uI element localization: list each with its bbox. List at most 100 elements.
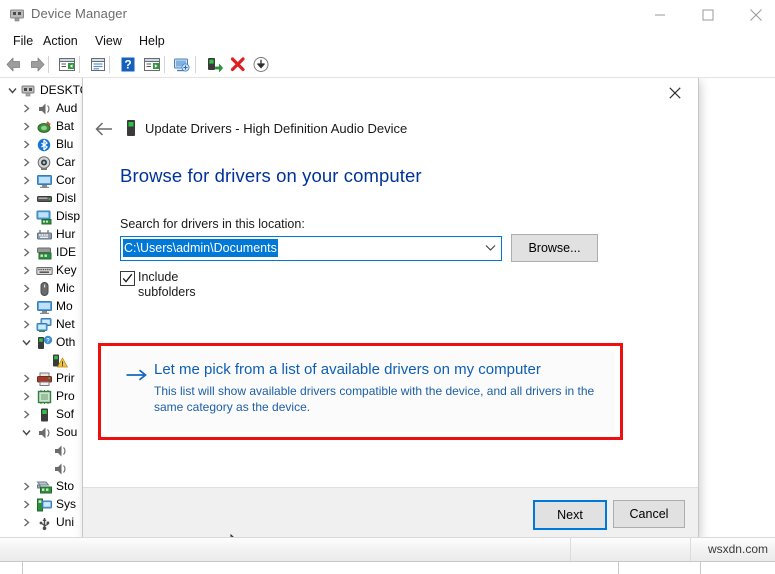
back-icon[interactable]	[4, 55, 24, 74]
tree-item-label: Pro	[56, 389, 75, 403]
cancel-button[interactable]: Cancel	[613, 500, 685, 528]
chevron-right-icon[interactable]	[20, 478, 33, 495]
tree-item-label: Car	[56, 155, 76, 169]
hid-icon	[36, 227, 53, 243]
toolbar-separator	[109, 56, 110, 73]
system-device-icon	[36, 497, 53, 513]
browse-button[interactable]: Browse...	[511, 234, 598, 262]
tree-item-label: Prir	[56, 371, 75, 385]
software-device-icon	[36, 407, 53, 423]
next-button[interactable]: Next	[533, 500, 607, 530]
device-tree[interactable]: DESKTO Aud Bat Blu Car Cor Disl Disp Hur…	[0, 78, 775, 537]
device-icon	[124, 119, 138, 138]
chevron-right-icon[interactable]	[20, 244, 33, 261]
scan-for-hardware-changes-icon[interactable]	[142, 55, 162, 74]
dialog-close-button[interactable]	[652, 78, 698, 108]
mouse-icon	[36, 281, 53, 297]
help-icon[interactable]: ?	[118, 55, 138, 74]
chevron-down-icon[interactable]	[20, 334, 33, 351]
arrow-right-icon	[126, 368, 147, 387]
sound-device-icon	[36, 425, 53, 441]
disk-drive-icon	[36, 191, 53, 207]
device-manager-icon	[8, 6, 26, 24]
back-button[interactable]	[90, 114, 120, 144]
tree-item-label: Disl	[56, 191, 76, 205]
enable-device-icon[interactable]	[204, 55, 224, 74]
printer-icon	[36, 371, 53, 387]
menu-help[interactable]: Help	[134, 33, 170, 49]
network-adapter-icon	[36, 317, 53, 333]
dialog-heading: Browse for drivers on your computer	[120, 165, 422, 186]
menu-view[interactable]: View	[90, 33, 127, 49]
unknown-device-warning-icon	[52, 353, 69, 369]
chevron-right-icon[interactable]	[20, 208, 33, 225]
chevron-right-icon[interactable]	[20, 316, 33, 333]
status-segment	[570, 538, 691, 561]
bottom-strip-divider	[700, 562, 701, 574]
driver-location-value[interactable]: C:\Users\admin\Documents	[123, 239, 278, 257]
pick-driver-from-list-option[interactable]: Let me pick from a list of available dri…	[107, 351, 614, 432]
watermark-text: wsxdn.com	[707, 542, 768, 556]
chevron-right-icon[interactable]	[20, 370, 33, 387]
chevron-right-icon[interactable]	[20, 226, 33, 243]
bluetooth-icon	[36, 137, 53, 153]
minimize-button[interactable]	[637, 0, 683, 30]
driver-location-combobox[interactable]: C:\Users\admin\Documents	[120, 236, 502, 261]
svg-text:?: ?	[46, 338, 50, 344]
chevron-right-icon[interactable]	[20, 298, 33, 315]
display-adapter-icon	[36, 209, 53, 225]
chevron-right-icon[interactable]	[20, 118, 33, 135]
update-drivers-dialog: Update Drivers - High Definition Audio D…	[83, 78, 698, 537]
toolbar-separator	[164, 56, 165, 73]
chevron-right-icon[interactable]	[20, 406, 33, 423]
tree-item-label: Oth	[56, 335, 76, 349]
update-driver-icon[interactable]	[172, 55, 192, 74]
chevron-right-icon[interactable]	[20, 190, 33, 207]
toolbar-separator	[79, 56, 80, 73]
tree-item-label: Cor	[56, 173, 76, 187]
toolbar: ?	[0, 52, 775, 78]
status-segment-watermark: wsxdn.com	[690, 538, 775, 561]
tree-item-label: Mo	[56, 299, 73, 313]
camera-icon	[36, 155, 53, 171]
monitor-icon	[36, 173, 53, 189]
chevron-right-icon[interactable]	[20, 496, 33, 513]
menu-action[interactable]: Action	[38, 33, 83, 49]
properties-icon[interactable]	[88, 55, 108, 74]
status-bar: wsxdn.com	[0, 537, 775, 562]
chevron-right-icon[interactable]	[20, 172, 33, 189]
uninstall-device-icon[interactable]	[228, 55, 248, 74]
chevron-right-icon[interactable]	[20, 514, 33, 531]
chevron-down-icon[interactable]	[480, 237, 501, 258]
tree-item-label: IDE	[56, 245, 77, 259]
monitor-icon	[36, 299, 53, 315]
chevron-down-icon[interactable]	[20, 424, 33, 441]
tree-item-label: Sys	[56, 497, 77, 511]
menu-file[interactable]: File	[8, 33, 38, 49]
chevron-down-icon[interactable]	[6, 82, 19, 99]
chevron-right-icon[interactable]	[20, 154, 33, 171]
chevron-right-icon[interactable]	[20, 388, 33, 405]
speaker-icon	[36, 101, 53, 117]
usb-controller-icon	[36, 515, 53, 531]
download-icon[interactable]	[251, 55, 271, 74]
tree-item-label: Disp	[56, 209, 81, 223]
storage-controller-icon	[36, 479, 53, 495]
tree-root-label: DESKTO	[40, 83, 90, 97]
tree-item-label: Bat	[56, 119, 75, 133]
chevron-right-icon[interactable]	[20, 280, 33, 297]
chevron-right-icon[interactable]	[20, 136, 33, 153]
bottom-strip-divider	[618, 562, 619, 574]
ide-controller-icon	[36, 245, 53, 261]
close-button[interactable]	[733, 0, 775, 30]
chevron-right-icon[interactable]	[20, 262, 33, 279]
menu-bar: File Action View Help	[0, 30, 775, 52]
show-hide-console-tree-icon[interactable]	[57, 55, 77, 74]
forward-icon[interactable]	[27, 55, 47, 74]
chevron-right-icon[interactable]	[20, 100, 33, 117]
bottom-strip-divider	[22, 562, 23, 574]
checkbox-box[interactable]	[120, 271, 135, 286]
keyboard-icon	[36, 263, 53, 279]
maximize-button[interactable]	[685, 0, 731, 30]
window-title: Device Manager	[31, 6, 128, 21]
